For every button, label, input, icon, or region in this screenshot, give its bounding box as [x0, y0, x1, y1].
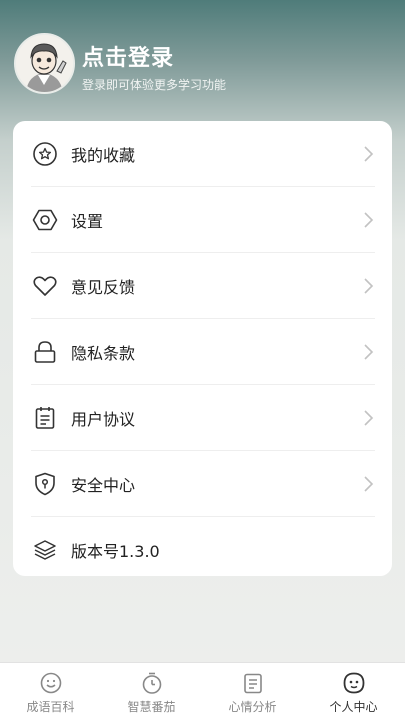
- heart-icon: [31, 272, 59, 300]
- menu-item-label: 我的收藏: [71, 146, 136, 165]
- document-icon: [31, 404, 59, 432]
- avatar[interactable]: [14, 33, 75, 94]
- tab-label: 成语百科: [26, 700, 75, 714]
- menu-item-label: 隐私条款: [71, 344, 136, 363]
- shield-icon: [31, 470, 59, 498]
- smiley-icon: [40, 672, 61, 694]
- menu-item-feedback[interactable]: 意见反馈: [31, 253, 375, 319]
- menu-item-label: 设置: [71, 212, 104, 231]
- chevron-right-icon: [364, 476, 374, 492]
- chevron-right-icon: [364, 410, 374, 426]
- menu-item-settings[interactable]: 设置: [31, 187, 375, 253]
- menu-item-label: 意见反馈: [71, 278, 136, 297]
- cartoon-avatar-icon: [16, 35, 73, 92]
- menu-item-label: 安全中心: [71, 476, 136, 495]
- menu-item-privacy[interactable]: 隐私条款: [31, 319, 375, 385]
- chevron-right-icon: [364, 212, 374, 228]
- layers-icon: [31, 536, 59, 564]
- tab-personal-center[interactable]: 个人中心: [303, 663, 404, 720]
- menu-item-label: 用户协议: [71, 410, 136, 429]
- timer-icon: [142, 672, 161, 694]
- chevron-right-icon: [364, 146, 374, 162]
- menu-card: 我的收藏 设置 意见反馈 隐私条款 用户协议 安全中心 版本号1.3.0: [13, 121, 392, 576]
- menu-item-security-center[interactable]: 安全中心: [31, 451, 375, 517]
- hexagon-nut-icon: [31, 206, 59, 234]
- version-label: 版本号1.3.0: [71, 542, 160, 561]
- bottom-tab-bar: 成语百科 智慧番茄 心情分析 个人中心: [0, 662, 405, 720]
- menu-item-version: 版本号1.3.0: [31, 517, 375, 583]
- tab-label: 智慧番茄: [127, 700, 176, 714]
- profile-header[interactable]: 点击登录 登录即可体验更多学习功能: [0, 0, 405, 110]
- login-title[interactable]: 点击登录: [82, 40, 174, 72]
- tab-mood-analysis[interactable]: 心情分析: [202, 663, 303, 720]
- menu-item-user-agreement[interactable]: 用户协议: [31, 385, 375, 451]
- tab-label: 心情分析: [228, 700, 277, 714]
- tab-idiom-encyclopedia[interactable]: 成语百科: [0, 663, 101, 720]
- chevron-right-icon: [364, 278, 374, 294]
- star-icon: [31, 140, 59, 168]
- notepad-icon: [243, 673, 262, 694]
- login-subtitle: 登录即可体验更多学习功能: [82, 78, 227, 92]
- face-icon: [343, 672, 364, 694]
- chevron-right-icon: [364, 344, 374, 360]
- lock-icon: [31, 338, 59, 366]
- tab-smart-pomodoro[interactable]: 智慧番茄: [101, 663, 202, 720]
- menu-item-favorites[interactable]: 我的收藏: [31, 121, 375, 187]
- tab-label: 个人中心: [329, 700, 378, 714]
